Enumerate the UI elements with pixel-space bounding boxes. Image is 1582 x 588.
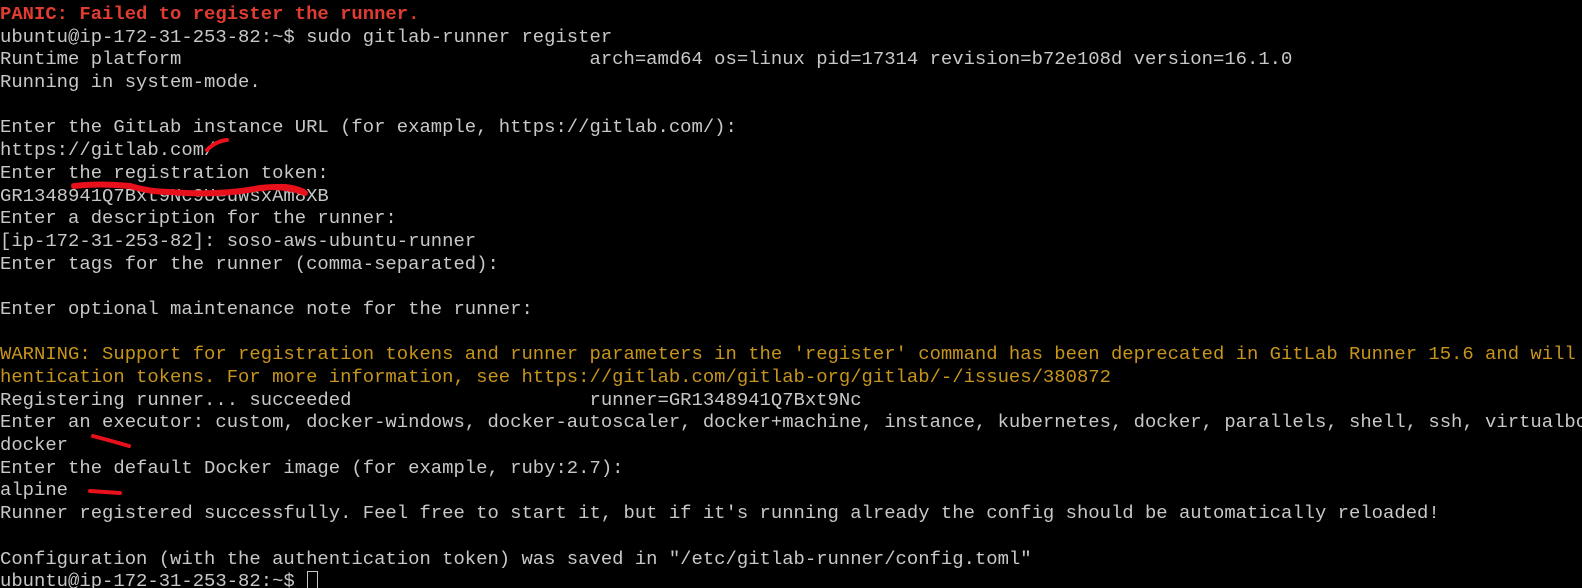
terminal-line-text: Runtime platform arch=amd64 os=linux pid…: [0, 48, 1293, 71]
terminal-line-text: Enter optional maintenance note for the …: [0, 297, 533, 320]
terminal-line: Enter the registration token:: [0, 162, 1582, 185]
terminal-line-text: WARNING: Support for registration tokens…: [0, 343, 1582, 366]
terminal-line-text: Enter the GitLab instance URL (for examp…: [0, 116, 737, 139]
terminal-line-text: Enter the registration token:: [0, 161, 329, 184]
terminal-line: Enter tags for the runner (comma-separat…: [0, 253, 1582, 276]
terminal-line-text: Configuration (with the authentication t…: [0, 547, 1032, 570]
terminal-line-text: Enter a description for the runner:: [0, 207, 397, 230]
terminal-line-text: Running in system-mode.: [0, 71, 261, 94]
terminal-line: Runner registered successfully. Feel fre…: [0, 502, 1582, 525]
terminal-line-text: Runner registered successfully. Feel fre…: [0, 502, 1440, 525]
terminal-line: Enter the default Docker image (for exam…: [0, 457, 1582, 480]
terminal-line: Enter an executor: custom, docker-window…: [0, 411, 1582, 434]
terminal-line: WARNING: Support for registration tokens…: [0, 343, 1582, 366]
terminal-line-text: Enter an executor: custom, docker-window…: [0, 411, 1582, 434]
terminal-line: alpine: [0, 479, 1582, 502]
terminal-line: [ip-172-31-253-82]: soso-aws-ubuntu-runn…: [0, 230, 1582, 253]
terminal-line-text: alpine: [0, 479, 69, 502]
terminal-line-text: [ip-172-31-253-82]: soso-aws-ubuntu-runn…: [0, 229, 477, 252]
terminal-line: ubuntu@ip-172-31-253-82:~$: [0, 570, 1582, 588]
terminal-line-text: hentication tokens. For more information…: [0, 366, 1111, 388]
terminal-line: Runtime platform arch=amd64 os=linux pid…: [0, 48, 1582, 71]
terminal-line: docker: [0, 434, 1582, 457]
terminal-line: Registering runner... succeeded runner=G…: [0, 389, 1582, 412]
terminal-window[interactable]: PANIC: Failed to register the runner. ubu…: [0, 0, 1582, 588]
terminal-line: Enter a description for the runner:: [0, 207, 1582, 230]
terminal-line: GR1348941Q7Bxt9Nc9UeuWsxAm8XB: [0, 185, 1582, 208]
terminal-line: Enter the GitLab instance URL (for examp…: [0, 116, 1582, 139]
terminal-line-text: PANIC: Failed to register the runner.: [0, 3, 420, 25]
terminal-line: Enter optional maintenance note for the …: [0, 298, 1582, 321]
terminal-line: Running in system-mode.: [0, 71, 1582, 94]
terminal-line-text: ubuntu@ip-172-31-253-82:~$ sudo gitlab-r…: [0, 25, 613, 48]
terminal-line-text: Enter the default Docker image (for exam…: [0, 456, 624, 479]
terminal-line: Configuration (with the authentication t…: [0, 548, 1582, 571]
terminal-line: PANIC: Failed to register the runner.: [0, 3, 1582, 26]
terminal-line: https://gitlab.com/: [0, 139, 1582, 162]
terminal-line-text: https://gitlab.com/: [0, 139, 216, 162]
terminal-line-text: GR1348941Q7Bxt9Nc9UeuWsxAm8XB: [0, 184, 329, 207]
terminal-line-text: docker: [0, 434, 69, 457]
terminal-line-text: Enter tags for the runner (comma-separat…: [0, 252, 499, 275]
terminal-output: PANIC: Failed to register the runner. ubu…: [0, 3, 1582, 588]
terminal-cursor[interactable]: [307, 571, 319, 588]
terminal-line-text: Registering runner... succeeded runner=G…: [0, 388, 862, 411]
terminal-line: hentication tokens. For more information…: [0, 366, 1582, 389]
terminal-line: ubuntu@ip-172-31-253-82:~$ sudo gitlab-r…: [0, 26, 1582, 49]
terminal-line-text: ubuntu@ip-172-31-253-82:~$: [0, 570, 307, 588]
